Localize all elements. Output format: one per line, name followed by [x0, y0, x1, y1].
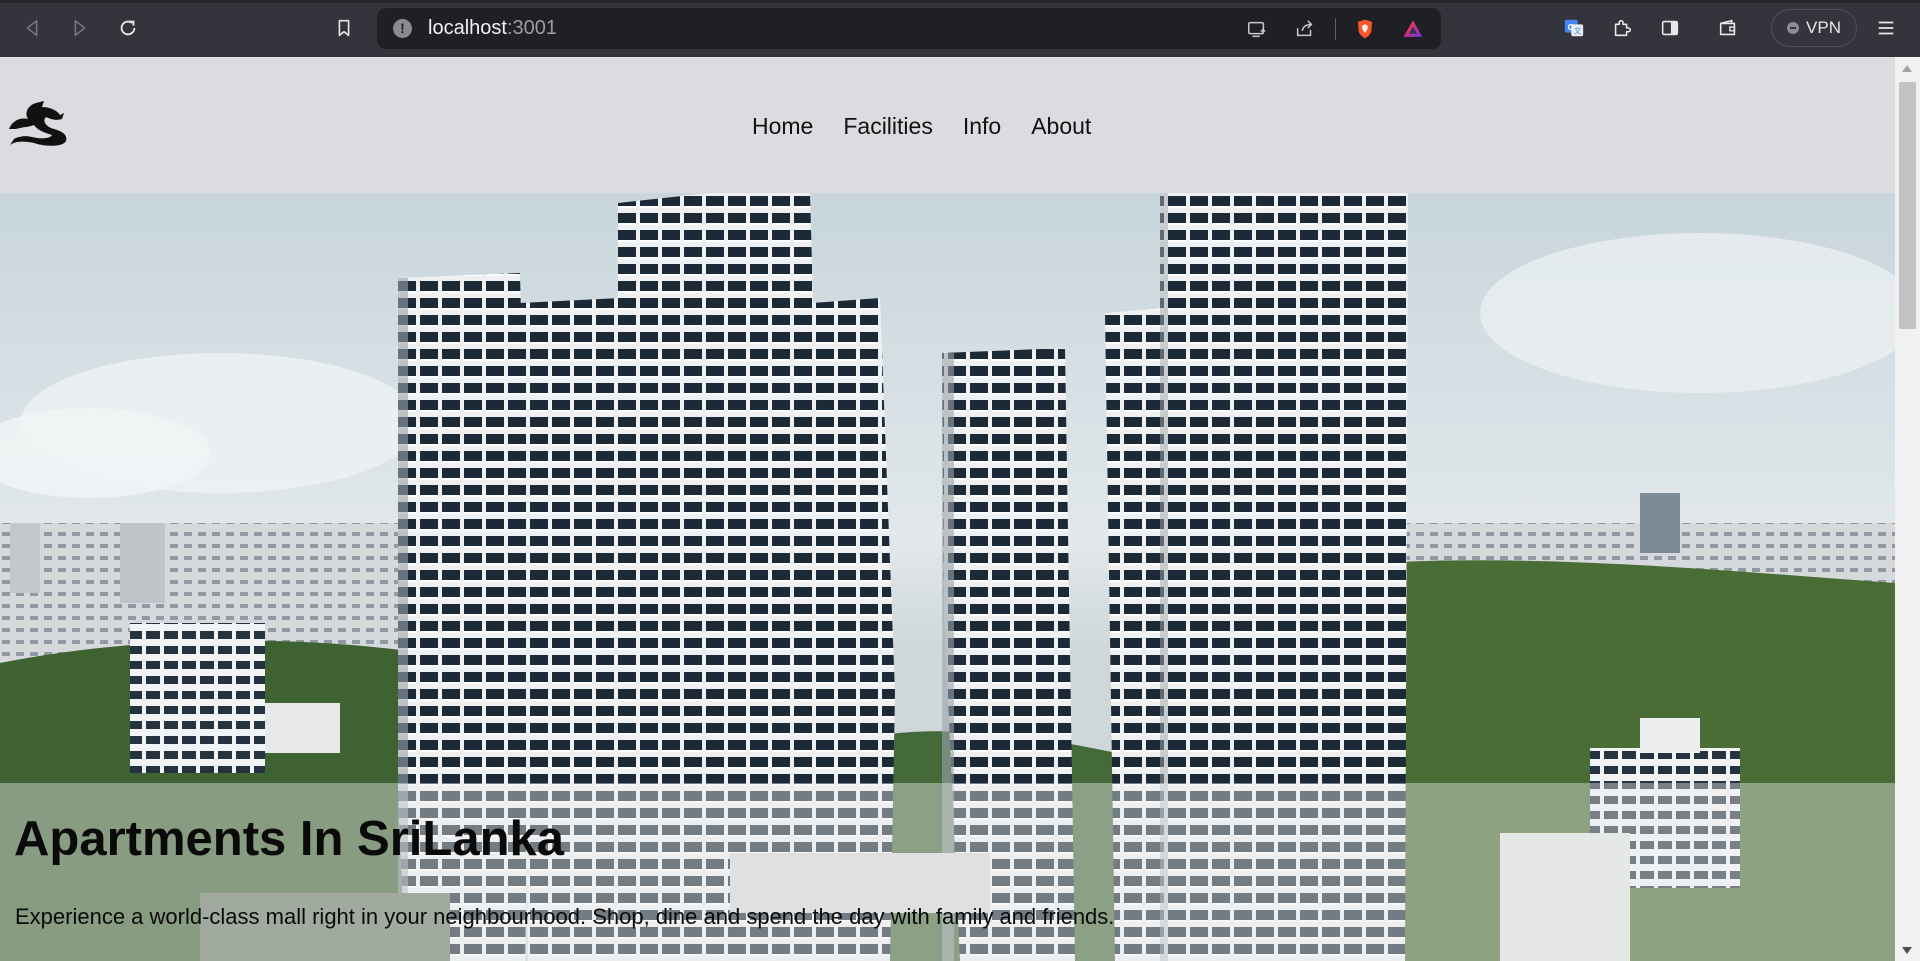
vpn-button[interactable]: VPN: [1771, 9, 1857, 47]
nav-home[interactable]: Home: [752, 112, 813, 140]
nav-facilities[interactable]: Facilities: [843, 112, 932, 140]
main-menu-button[interactable]: [1869, 11, 1903, 45]
back-arrow-icon: [26, 19, 38, 37]
vpn-label: VPN: [1806, 18, 1841, 37]
brave-shields-icon[interactable]: [1351, 15, 1379, 43]
scroll-down-arrow-icon[interactable]: [1902, 947, 1912, 954]
install-app-icon[interactable]: [1245, 17, 1269, 41]
web-page: Home Facilities Info About Apartments In…: [0, 57, 1895, 961]
hero-description: Experience a world-class mall right in y…: [15, 904, 1115, 929]
share-icon[interactable]: [1293, 17, 1317, 41]
wallet-button[interactable]: [1711, 11, 1745, 45]
sidebar-button[interactable]: [1653, 11, 1687, 45]
address-bar[interactable]: ! localhost:3001: [377, 8, 1441, 49]
dragon-logo-icon: [9, 101, 67, 146]
back-button[interactable]: [15, 11, 49, 45]
google-translate-icon: G文: [1564, 19, 1584, 37]
svg-text:G: G: [1568, 23, 1574, 32]
forward-button[interactable]: [63, 11, 97, 45]
translate-button[interactable]: G文: [1557, 11, 1591, 45]
browser-toolbar: ! localhost:3001 G文 VPN: [0, 0, 1920, 57]
hero-banner: Apartments In SriLanka Experience a worl…: [0, 193, 1895, 961]
url-port: :3001: [506, 17, 557, 39]
urlbar-divider: [1335, 18, 1336, 40]
sidebar-icon: [1661, 20, 1679, 36]
puzzle-icon: [1614, 19, 1632, 37]
hamburger-menu-icon: [1878, 21, 1894, 35]
site-header: Home Facilities Info About: [0, 57, 1895, 193]
reload-button[interactable]: [111, 11, 145, 45]
hero-title: Apartments In SriLanka: [14, 812, 565, 866]
site-info-icon[interactable]: !: [393, 19, 412, 38]
hero-caption: Apartments In SriLanka Experience a worl…: [0, 783, 1895, 961]
svg-text:文: 文: [1574, 27, 1582, 36]
bookmark-button[interactable]: [327, 11, 361, 45]
forward-arrow-icon: [74, 19, 86, 37]
scrollbar-thumb[interactable]: [1899, 82, 1916, 329]
extensions-button[interactable]: [1605, 11, 1639, 45]
brave-rewards-icon[interactable]: [1399, 15, 1427, 43]
page-scrollbar[interactable]: [1895, 57, 1920, 961]
site-logo[interactable]: [6, 95, 70, 149]
nav-info[interactable]: Info: [963, 112, 1001, 140]
scroll-up-arrow-icon[interactable]: [1902, 65, 1912, 72]
main-nav: Home Facilities Info About: [752, 112, 1121, 140]
url-host: localhost: [428, 17, 507, 39]
bookmark-icon: [338, 19, 350, 37]
url-text[interactable]: localhost:3001: [428, 18, 557, 39]
vpn-status-icon: [1787, 22, 1800, 34]
nav-about[interactable]: About: [1031, 112, 1091, 140]
wallet-icon: [1719, 19, 1736, 36]
reload-icon: [120, 20, 136, 36]
tab-strip-edge: [0, 0, 1920, 3]
